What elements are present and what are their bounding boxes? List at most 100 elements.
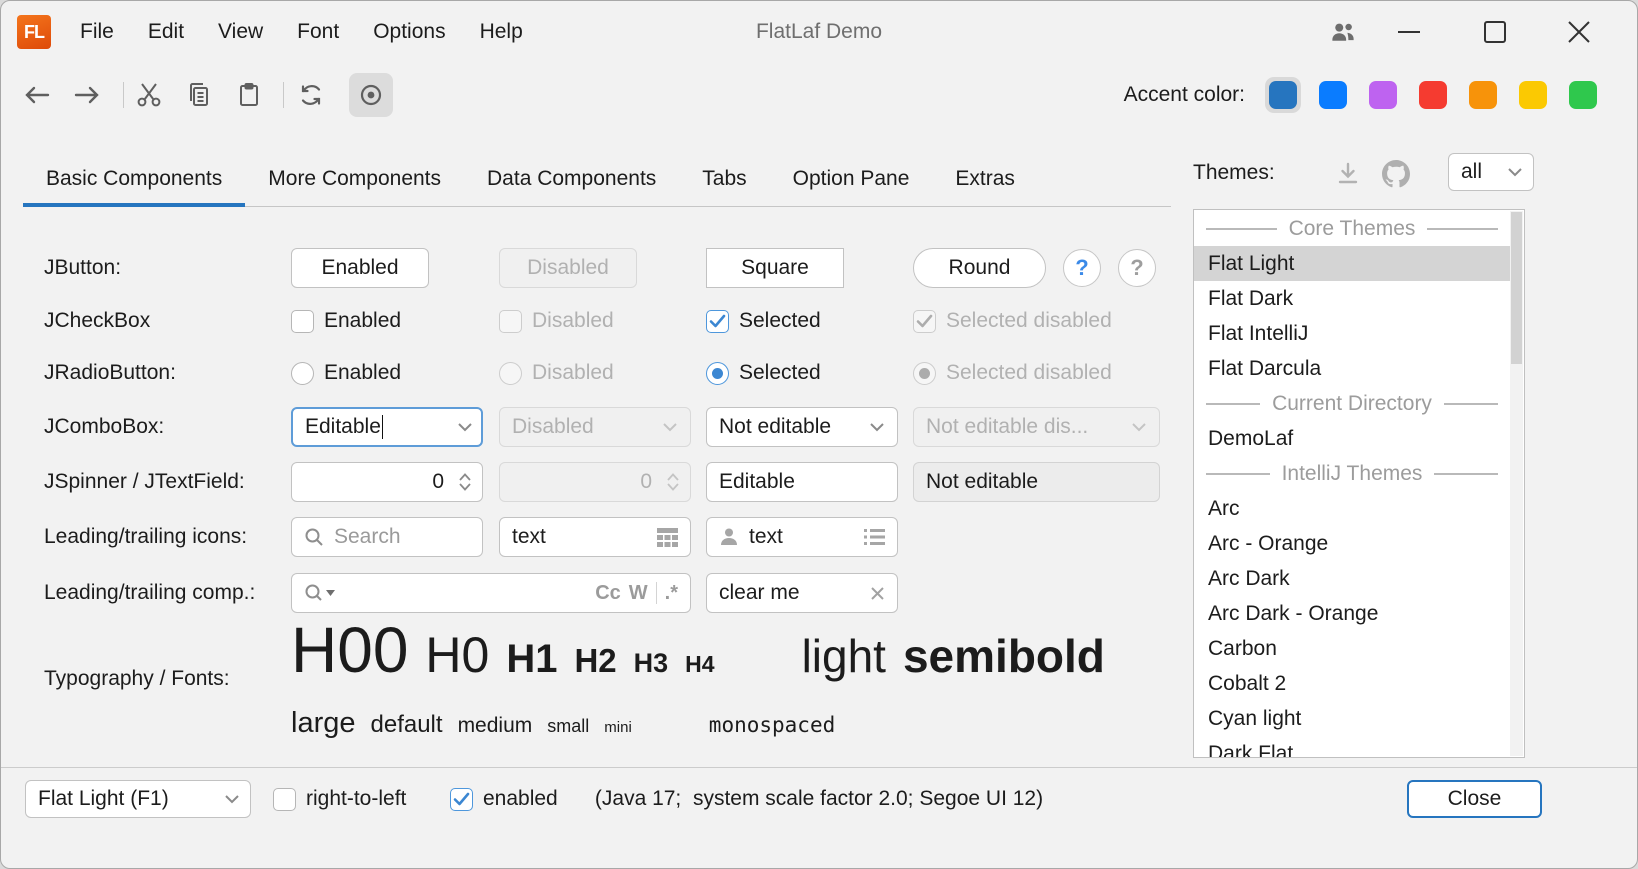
textfield-leading-user[interactable]: text — [706, 517, 898, 557]
paste-button[interactable] — [227, 73, 271, 117]
close-button[interactable]: Close — [1407, 780, 1542, 818]
editable-combobox[interactable]: Editable — [291, 407, 483, 447]
tab-option-pane[interactable]: Option Pane — [770, 151, 933, 206]
spinner[interactable]: 0 — [291, 462, 483, 502]
laf-combobox[interactable]: Flat Light (F1) — [25, 780, 251, 818]
spinner-down-icon[interactable] — [458, 483, 472, 491]
square-button[interactable]: Square — [706, 248, 844, 288]
search-field-with-options[interactable]: Cc W .* — [291, 573, 691, 613]
tab-tabs[interactable]: Tabs — [679, 151, 769, 206]
not-editable-combobox[interactable]: Not editable — [706, 407, 898, 447]
whole-word-button[interactable]: W — [629, 582, 648, 605]
github-button[interactable] — [1379, 157, 1413, 191]
refresh-button[interactable] — [289, 73, 333, 117]
menu-font[interactable]: Font — [280, 1, 356, 63]
theme-item-flat-dark[interactable]: Flat Dark — [1194, 281, 1510, 316]
radio-disabled: Disabled — [499, 355, 614, 391]
themes-scrollbar[interactable] — [1510, 211, 1523, 756]
theme-item-flat-intellij[interactable]: Flat IntelliJ — [1194, 316, 1510, 351]
close-window-button[interactable] — [1553, 1, 1605, 63]
users-button[interactable] — [1317, 1, 1369, 63]
textfield-trailing-table[interactable]: text — [499, 517, 691, 557]
radio-enabled[interactable]: Enabled — [291, 355, 401, 391]
tab-data-components[interactable]: Data Components — [464, 151, 679, 206]
accent-swatch-orange[interactable] — [1469, 81, 1497, 109]
accent-swatch-yellow[interactable] — [1519, 81, 1547, 109]
maximize-button[interactable] — [1469, 1, 1521, 63]
menu-options[interactable]: Options — [356, 1, 462, 63]
chevron-down-icon[interactable] — [457, 422, 473, 432]
theme-item-cobalt-2[interactable]: Cobalt 2 — [1194, 666, 1510, 701]
help-button-secondary[interactable]: ? — [1118, 249, 1156, 287]
enabled-checkbox[interactable]: enabled — [450, 780, 558, 818]
accent-swatch-purple[interactable] — [1369, 81, 1397, 109]
theme-item-arc-orange[interactable]: Arc - Orange — [1194, 526, 1510, 561]
menu-edit[interactable]: Edit — [131, 1, 201, 63]
jcheckbox-label: JCheckBox — [44, 309, 150, 333]
theme-item-flat-light[interactable]: Flat Light — [1194, 246, 1510, 281]
tab-basic-components[interactable]: Basic Components — [23, 151, 245, 206]
minimize-icon — [1396, 19, 1422, 45]
user-icon — [719, 527, 739, 547]
help-button[interactable]: ? — [1063, 249, 1101, 287]
copy-button[interactable] — [177, 73, 221, 117]
accent-swatch-green[interactable] — [1569, 81, 1597, 109]
radio-selected[interactable]: Selected — [706, 355, 821, 391]
accent-swatch-red[interactable] — [1419, 81, 1447, 109]
checkbox-enabled[interactable]: Enabled — [291, 303, 401, 339]
theme-item-carbon[interactable]: Carbon — [1194, 631, 1510, 666]
checkbox-selected[interactable]: Selected — [706, 303, 821, 339]
spinner-up-icon[interactable] — [458, 473, 472, 481]
checkbox-checked-icon — [450, 788, 473, 811]
show-hidden-toggle-button[interactable] — [349, 73, 393, 117]
theme-item-arc-dark[interactable]: Arc Dark — [1194, 561, 1510, 596]
leading-trailing-icons-row: Leading/trailing icons: Search text — [1, 517, 1171, 557]
search-icon — [304, 527, 324, 547]
app-logo-icon: FL — [17, 15, 51, 49]
editable-textfield[interactable]: Editable — [706, 462, 898, 502]
typography-label: Typography / Fonts: — [44, 667, 230, 691]
accent-swatch-blue[interactable] — [1319, 81, 1347, 109]
match-case-button[interactable]: Cc — [595, 582, 621, 605]
regex-button[interactable]: .* — [665, 582, 678, 605]
right-to-left-checkbox[interactable]: right-to-left — [273, 780, 406, 818]
themes-filter-combobox[interactable]: all — [1448, 153, 1534, 191]
checkbox-checked-icon — [706, 310, 729, 333]
download-themes-button[interactable] — [1331, 157, 1365, 191]
back-button[interactable] — [15, 73, 59, 117]
menu-help[interactable]: Help — [463, 1, 540, 63]
round-button[interactable]: Round — [913, 248, 1046, 288]
disabled-spinner: 0 — [499, 462, 691, 502]
tab-more-components[interactable]: More Components — [245, 151, 464, 206]
spinner-buttons[interactable] — [458, 473, 472, 491]
flatlaf-demo-window: FL File Edit View Font Options Help Flat… — [0, 0, 1638, 869]
paste-icon — [236, 82, 262, 108]
accent-swatch-default[interactable] — [1269, 81, 1297, 109]
radio-selected-icon — [913, 362, 936, 385]
checkbox-checked-icon — [913, 310, 936, 333]
theme-item-arc[interactable]: Arc — [1194, 491, 1510, 526]
clear-icon[interactable] — [870, 586, 885, 601]
search-with-menu-icon[interactable] — [304, 583, 335, 603]
theme-item-dark-flat[interactable]: Dark Flat — [1194, 736, 1510, 758]
enabled-button[interactable]: Enabled — [291, 248, 429, 288]
cut-button[interactable] — [127, 73, 171, 117]
clearable-textfield[interactable]: clear me — [706, 573, 898, 613]
search-field[interactable]: Search — [291, 517, 483, 557]
themes-scrollbar-thumb[interactable] — [1511, 212, 1522, 364]
minimize-button[interactable] — [1383, 1, 1435, 63]
jcheckbox-row: JCheckBox Enabled Disabled Selected Sele… — [1, 303, 1171, 339]
menu-view[interactable]: View — [201, 1, 280, 63]
h1-sample: H1 — [506, 637, 557, 682]
small-sample: small — [547, 716, 589, 737]
theme-item-flat-darcula[interactable]: Flat Darcula — [1194, 351, 1510, 386]
table-icon — [657, 528, 678, 547]
theme-item-cyan-light[interactable]: Cyan light — [1194, 701, 1510, 736]
refresh-icon — [298, 82, 324, 108]
forward-button[interactable] — [65, 73, 109, 117]
theme-item-demolaf[interactable]: DemoLaf — [1194, 421, 1510, 456]
tab-extras[interactable]: Extras — [932, 151, 1038, 206]
menu-file[interactable]: File — [63, 1, 131, 63]
theme-item-arc-dark-orange[interactable]: Arc Dark - Orange — [1194, 596, 1510, 631]
h00-sample: H00 — [291, 613, 408, 687]
